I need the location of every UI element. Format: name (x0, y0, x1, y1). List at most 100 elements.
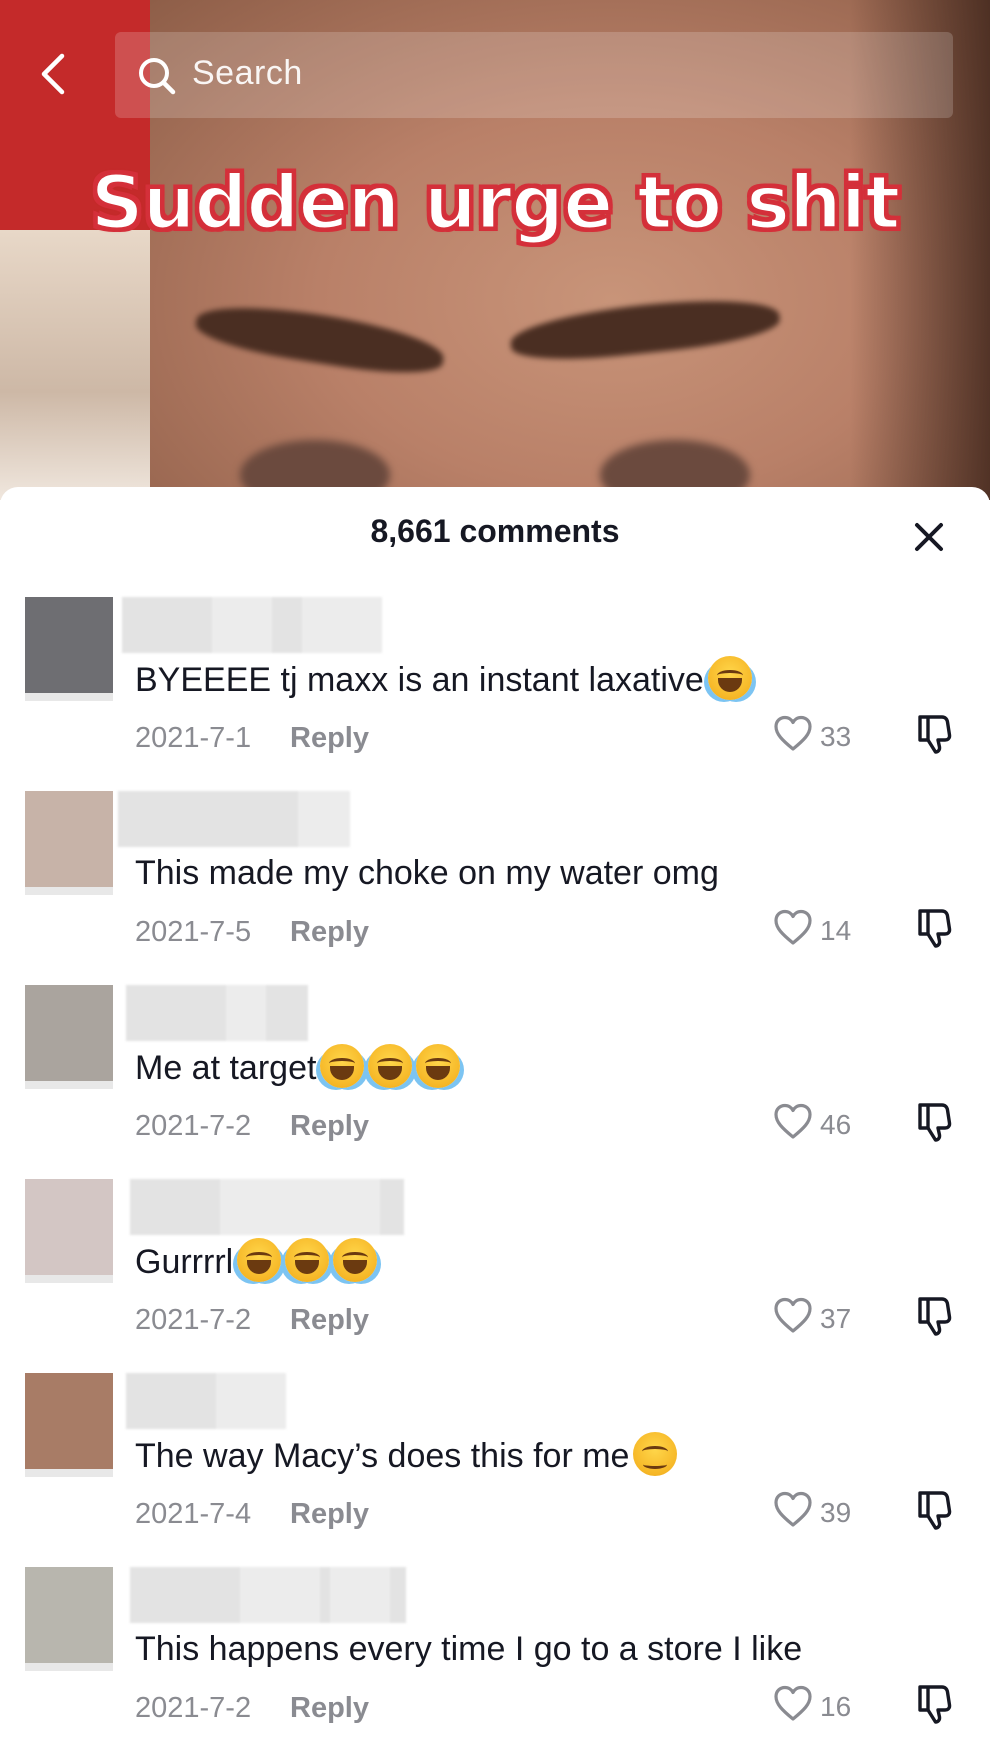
comment-body: Gurrrrl (135, 1242, 234, 1281)
comment-text: BYEEEE tj maxx is an instant laxative (135, 656, 752, 704)
avatar-underline (25, 1081, 113, 1089)
tears-of-joy-emoji-icon (285, 1238, 330, 1282)
search-placeholder: Search (192, 54, 303, 92)
comments-count: 8,661 comments (370, 513, 620, 549)
tears-of-joy-emoji-icon (368, 1044, 413, 1088)
like-button[interactable] (772, 1295, 814, 1337)
thumbs-down-icon (918, 1103, 952, 1142)
comment-text: Gurrrrl (135, 1238, 378, 1286)
dislike-button[interactable] (912, 711, 956, 755)
like-count: 39 (820, 1497, 852, 1528)
avatar[interactable] (25, 1373, 113, 1477)
back-button[interactable] (30, 44, 80, 104)
username-redaction-segment (220, 1179, 320, 1235)
relieved-face-emoji-icon (633, 1432, 678, 1476)
avatar[interactable] (25, 985, 113, 1089)
reply-button[interactable]: Reply (290, 916, 369, 949)
username-redaction-segment (330, 1567, 390, 1623)
tears-of-joy-emoji-icon (320, 1044, 365, 1088)
like-count: 46 (820, 1109, 852, 1140)
username-redacted[interactable] (126, 1373, 286, 1429)
comment-date: 2021-7-4 (135, 1498, 252, 1530)
comment-item: Me at target 2021-7-2 Reply 46 (0, 985, 990, 1179)
dislike-button[interactable] (912, 1681, 956, 1725)
dislike-button[interactable] (912, 1099, 956, 1143)
username-redacted[interactable] (118, 791, 350, 847)
dislike-button[interactable] (912, 905, 956, 949)
reply-button[interactable]: Reply (290, 722, 369, 755)
comment-date: 2021-7-1 (135, 722, 252, 754)
comment-item: Gurrrrl 2021-7-2 Reply 37 (0, 1179, 990, 1373)
reply-button[interactable]: Reply (290, 1304, 369, 1337)
dislike-button[interactable] (912, 1293, 956, 1337)
comment-date: 2021-7-5 (135, 916, 252, 948)
close-button[interactable] (905, 513, 953, 561)
avatar[interactable] (25, 597, 113, 701)
username-redacted[interactable] (130, 1567, 406, 1623)
avatar[interactable] (25, 791, 113, 895)
thumbs-down-icon (918, 715, 952, 754)
tears-of-joy-emoji-icon (237, 1238, 282, 1282)
dislike-button[interactable] (912, 1487, 956, 1531)
username-redaction-segment (240, 1567, 320, 1623)
username-redaction-segment (226, 985, 266, 1041)
username-redaction-segment (216, 1373, 286, 1429)
comment-item: This made my choke on my water omg 2021-7… (0, 791, 990, 985)
comment-text: The way Macy’s does this for me (135, 1432, 678, 1480)
like-button[interactable] (772, 1101, 814, 1143)
comment-item: BYEEEE tj maxx is an instant laxative 202… (0, 597, 990, 791)
heart-icon (774, 1685, 812, 1721)
heart-icon (774, 715, 812, 751)
like-count: 37 (820, 1303, 852, 1334)
top-bar: Search (0, 30, 990, 120)
thumbs-down-icon (918, 1297, 952, 1336)
avatar-underline (25, 693, 113, 701)
comment-date: 2021-7-2 (135, 1110, 252, 1142)
like-count: 33 (820, 721, 852, 752)
comment-body: This happens every time I go to a store … (135, 1630, 803, 1668)
like-button[interactable] (772, 1683, 814, 1725)
search-input[interactable]: Search (115, 32, 953, 118)
comment-body: Me at target (135, 1048, 317, 1087)
avatar-underline (25, 1663, 113, 1671)
username-redacted[interactable] (126, 985, 308, 1041)
comment-body: This made my choke on my water omg (135, 854, 719, 892)
reply-button[interactable]: Reply (290, 1110, 369, 1143)
comment-item: The way Macy’s does this for me 2021-7-4 R… (0, 1373, 990, 1567)
comments-panel: 8,661 comments BYEEEE tj maxx is an inst… (0, 487, 990, 1750)
tears-of-joy-emoji-icon (333, 1238, 378, 1282)
reply-button[interactable]: Reply (290, 1692, 369, 1725)
comment-date: 2021-7-2 (135, 1692, 252, 1724)
tears-of-joy-emoji-icon (416, 1044, 461, 1088)
avatar[interactable] (25, 1179, 113, 1283)
thumbs-down-icon (918, 909, 952, 948)
search-icon (139, 58, 176, 95)
heart-icon (774, 909, 812, 945)
heart-icon (774, 1103, 812, 1139)
like-count: 14 (820, 915, 852, 946)
thumbs-down-icon (918, 1491, 952, 1530)
heart-icon (774, 1491, 812, 1527)
comment-text: Me at target (135, 1044, 461, 1092)
comment-item: This happens every time I go to a store … (0, 1567, 990, 1761)
comments-header: 8,661 comments (0, 487, 990, 577)
reply-button[interactable]: Reply (290, 1498, 369, 1531)
username-redaction-segment (320, 1179, 380, 1235)
comment-body: The way Macy’s does this for me (135, 1436, 630, 1475)
video-background-light-panel (0, 230, 150, 500)
like-button[interactable] (772, 713, 814, 755)
avatar-underline (25, 887, 113, 895)
username-redacted[interactable] (122, 597, 382, 653)
like-count: 16 (820, 1691, 852, 1722)
video-background: Sudden urge to shit Search (0, 0, 990, 500)
comment-date: 2021-7-2 (135, 1304, 252, 1336)
thumbs-down-icon (918, 1685, 952, 1724)
close-icon (915, 523, 943, 551)
like-button[interactable] (772, 1489, 814, 1531)
username-redaction-segment (212, 597, 272, 653)
comment-text: This happens every time I go to a store … (135, 1630, 802, 1669)
avatar-underline (25, 1469, 113, 1477)
username-redacted[interactable] (130, 1179, 404, 1235)
like-button[interactable] (772, 907, 814, 949)
avatar[interactable] (25, 1567, 113, 1671)
